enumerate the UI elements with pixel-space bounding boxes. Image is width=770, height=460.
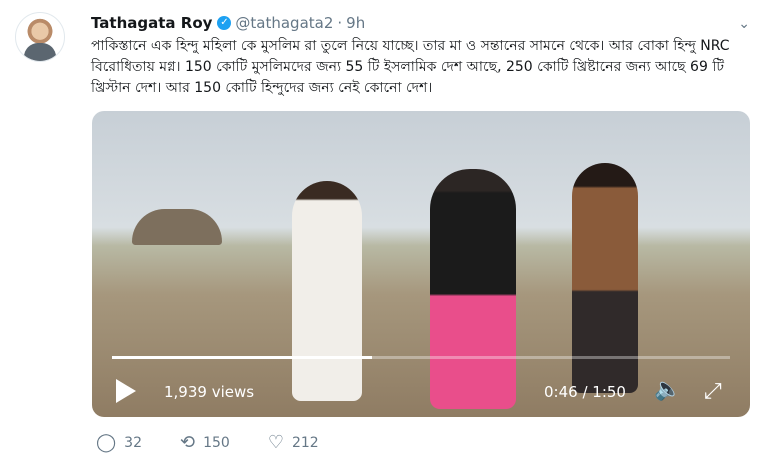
volume-icon[interactable]: 🔈	[654, 377, 681, 402]
heart-icon: ♡	[267, 432, 284, 453]
like-button[interactable]: ♡ 212	[268, 432, 319, 453]
play-icon[interactable]	[116, 379, 136, 403]
tweet-timestamp[interactable]: 9h	[346, 14, 365, 32]
tweet-actions: ◯ 32 ⟲ 150 ♡ 212	[96, 432, 357, 453]
tweet-header: Tathagata Roy ✓ @tathagata2 · 9h	[91, 13, 365, 33]
author-handle[interactable]: @tathagata2	[235, 14, 333, 32]
video-player[interactable]: 1,939 views 0:46 / 1:50 🔈 ⤢	[92, 111, 750, 417]
reply-button[interactable]: ◯ 32	[96, 432, 142, 453]
video-progress-fill	[112, 356, 372, 359]
like-count: 212	[291, 434, 319, 451]
video-background-hut	[132, 209, 222, 245]
fullscreen-icon[interactable]: ⤢	[704, 379, 722, 404]
separator-dot: ·	[337, 14, 343, 32]
avatar-shirt	[24, 43, 56, 61]
retweet-count: 150	[203, 434, 230, 451]
tweet-text: পাকিস্তানে এক হিন্দু মহিলা কে মুসলিম রা …	[91, 38, 730, 96]
retweet-icon: ⟲	[179, 432, 196, 453]
video-person-center	[430, 169, 516, 409]
reply-count: 32	[124, 434, 142, 451]
video-person-left	[292, 181, 362, 401]
verified-badge-icon: ✓	[217, 16, 232, 30]
chevron-down-icon[interactable]: ⌄	[738, 16, 750, 32]
video-time: 0:46 / 1:50	[544, 383, 626, 401]
video-views: 1,939 views	[164, 383, 255, 401]
video-progress-bar[interactable]	[112, 356, 730, 359]
reply-icon: ◯	[96, 432, 117, 453]
author-name[interactable]: Tathagata Roy	[91, 14, 212, 32]
retweet-button[interactable]: ⟲ 150	[180, 432, 230, 453]
author-avatar[interactable]	[15, 12, 65, 62]
